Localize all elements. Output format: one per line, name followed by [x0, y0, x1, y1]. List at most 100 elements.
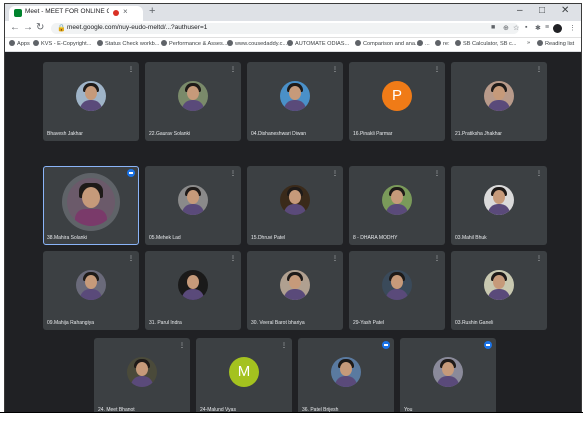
avatar-body — [80, 289, 102, 300]
avatar-body — [182, 289, 204, 300]
bookmark-item[interactable]: AUTOMATE ODIAS... — [287, 40, 349, 47]
avatar-face — [391, 190, 403, 204]
participant-tile[interactable]: ⋮ Bhavesh Jakhar — [43, 62, 139, 141]
back-icon[interactable]: ← — [10, 22, 20, 33]
bookmark-item[interactable]: www.cousedaddy.c... — [227, 40, 287, 47]
participant-tile[interactable]: ⋮ 31. Parul Indra — [145, 251, 241, 330]
more-options-icon[interactable]: ⋮ — [179, 342, 185, 349]
new-tab-button[interactable]: + — [149, 5, 155, 17]
participant-tile[interactable]: ⋮ 30. Veeral Barot bhariya — [247, 251, 343, 330]
avatar-face — [85, 86, 97, 100]
avatar-face — [136, 362, 148, 376]
avatar-body — [284, 289, 306, 300]
participant-tile[interactable]: ⋮ P 16.Pinakli Parmar — [349, 62, 445, 141]
participant-tile[interactable]: ⋮ 09.Mahija Rahangiya — [43, 251, 139, 330]
close-window-button[interactable]: ✕ — [561, 5, 569, 16]
minimize-button[interactable]: – — [517, 5, 523, 16]
avatar-body — [386, 204, 408, 215]
star-icon[interactable]: ☆ — [513, 24, 519, 32]
avatar-face — [289, 86, 301, 100]
more-options-icon[interactable]: ⋮ — [230, 66, 236, 73]
site-icon — [435, 40, 441, 46]
photo-avatar — [280, 185, 310, 215]
avatar-body — [437, 376, 459, 387]
photo-avatar — [178, 270, 208, 300]
participant-tile[interactable]: 38.Mahira Solanki — [43, 166, 139, 245]
more-options-icon[interactable]: ⋮ — [128, 255, 134, 262]
more-options-icon[interactable]: ⋮ — [536, 170, 542, 177]
extension-icon[interactable]: ▪ — [525, 24, 527, 31]
participant-tile[interactable]: ⋮ 22.Gaurav Solanki — [145, 62, 241, 141]
more-options-icon[interactable]: ⋮ — [332, 66, 338, 73]
address-bar[interactable]: 🔒 meet.google.com/nuy-eudo-meltd/...?aut… — [51, 23, 519, 34]
more-options-icon[interactable]: ⋮ — [536, 255, 542, 262]
more-options-icon[interactable]: ⋮ — [434, 66, 440, 73]
more-options-icon[interactable]: ⋮ — [281, 342, 287, 349]
photo-avatar — [433, 357, 463, 387]
participant-tile[interactable]: ⋮ 24. Meet Bhanot — [94, 338, 190, 412]
participant-tile[interactable]: ⋮ 05.Mehek Lad — [145, 166, 241, 245]
participant-tile[interactable]: ⋮ 03.Rushin Ganeli — [451, 251, 547, 330]
participant-tile[interactable]: ⋮ 8 - DHARA MODHY — [349, 166, 445, 245]
avatar-face — [442, 362, 454, 376]
more-options-icon[interactable]: ⋮ — [128, 66, 134, 73]
participant-tile[interactable]: ⋮ 03.Mahil Bhuk — [451, 166, 547, 245]
avatar-face — [187, 275, 199, 289]
zoom-icon[interactable]: ⊕ — [503, 24, 509, 32]
participant-name: 03.Rushin Ganeli — [455, 320, 494, 326]
bookmark-item[interactable]: Apps — [9, 40, 30, 47]
site-icon — [355, 40, 361, 46]
participant-tile[interactable]: You — [400, 338, 496, 412]
participant-name: Bhavesh Jakhar — [47, 131, 83, 137]
avatar-face — [391, 275, 403, 289]
camera-icon[interactable]: ■ — [491, 24, 495, 31]
reload-icon[interactable]: ↻ — [36, 22, 44, 33]
participant-tile[interactable]: ⋮ 21.Pratiksha Jhakhar — [451, 62, 547, 141]
avatar-face — [85, 275, 97, 289]
restore-button[interactable]: □ — [539, 5, 545, 16]
more-options-icon[interactable]: ⋮ — [332, 255, 338, 262]
speaking-indicator-icon — [382, 341, 390, 349]
bookmark-item[interactable]: ... — [417, 40, 430, 47]
bookmark-item[interactable]: Status Check workb... — [97, 40, 159, 47]
more-options-icon[interactable]: ⋮ — [230, 255, 236, 262]
avatar-body — [488, 289, 510, 300]
more-options-icon[interactable]: ⋮ — [230, 170, 236, 177]
more-options-icon[interactable]: ⋮ — [434, 170, 440, 177]
participant-tile[interactable]: ⋮ 29-Yash Patel — [349, 251, 445, 330]
tab-meet[interactable]: Meet - MEET FOR ONLINE CLASS × — [9, 6, 143, 21]
participant-tile[interactable]: ⋮ 04.Dishaneshwari Diwan — [247, 62, 343, 141]
bookmark-item[interactable]: SB Calculator, SB c... — [455, 40, 516, 47]
menu-icon[interactable]: ⋮ — [569, 24, 576, 32]
title-bar: Meet - MEET FOR ONLINE CLASS × + – □ ✕ — [5, 4, 581, 21]
profile-avatar[interactable] — [553, 24, 562, 33]
participant-name: 38.Mahira Solanki — [47, 235, 88, 241]
puzzle-icon[interactable]: ✱ — [535, 24, 541, 32]
participant-tile[interactable]: ⋮ M 24-Malund Vyas — [196, 338, 292, 412]
more-options-icon[interactable]: ⋮ — [536, 66, 542, 73]
bookmark-item[interactable]: Performance & Asses... — [161, 40, 227, 47]
avatar-face — [340, 362, 352, 376]
letter-avatar: P — [382, 81, 412, 111]
photo-avatar — [331, 357, 361, 387]
more-options-icon[interactable]: ⋮ — [434, 255, 440, 262]
site-icon — [33, 40, 39, 46]
bookmark-item[interactable]: KVS - E-Copyright... — [33, 40, 91, 47]
participant-name: 15.Dhruvi Patel — [251, 235, 286, 241]
bookmark-item[interactable]: re: — [435, 40, 450, 47]
more-options-icon[interactable]: ⋮ — [332, 170, 338, 177]
reading-list-button[interactable]: Reading list — [537, 40, 574, 47]
participant-name: 22.Gaurav Solanki — [149, 131, 191, 137]
speaking-indicator-icon — [127, 169, 135, 177]
forward-icon[interactable]: → — [23, 22, 33, 33]
more-bookmarks-button[interactable]: » — [527, 40, 530, 46]
site-icon — [455, 40, 461, 46]
participant-tile[interactable]: 36. Patel Brijesh — [298, 338, 394, 412]
close-tab-icon[interactable]: × — [123, 7, 128, 16]
media-icon[interactable]: ≡ — [545, 24, 549, 31]
participant-name: 04.Dishaneshwari Diwan — [251, 131, 307, 137]
participant-tile[interactable]: ⋮ 15.Dhruvi Patel — [247, 166, 343, 245]
site-icon — [287, 40, 293, 46]
participant-name: 21.Pratiksha Jhakhar — [455, 131, 502, 137]
bookmark-item[interactable]: Comparison and ana... — [355, 40, 420, 47]
